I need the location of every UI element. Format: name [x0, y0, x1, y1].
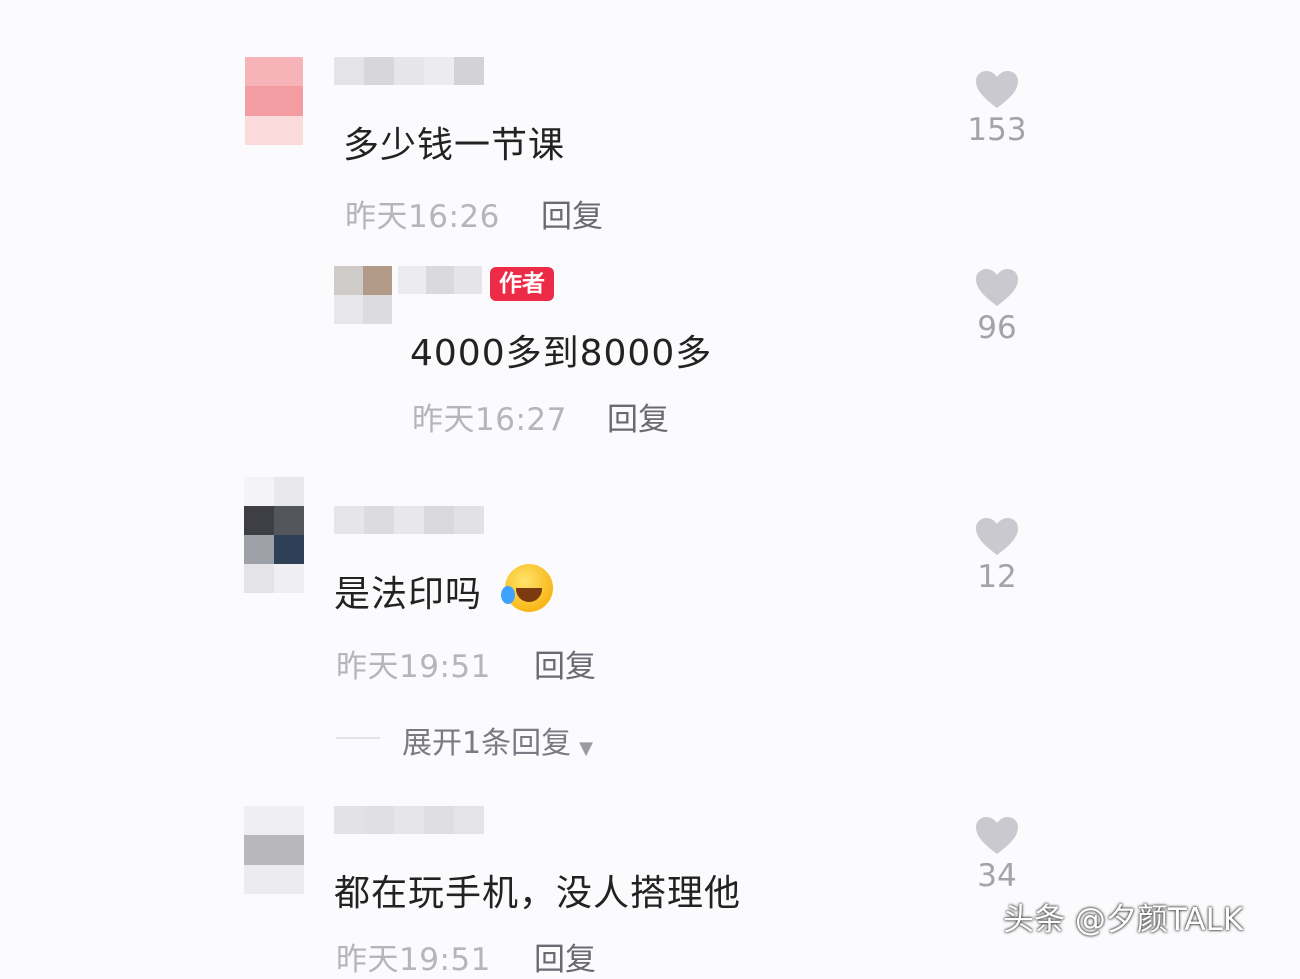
reply-button[interactable]: 回复 — [607, 394, 669, 439]
reply-button[interactable]: 回复 — [534, 641, 596, 686]
heart-icon — [976, 518, 1018, 555]
avatar[interactable] — [245, 57, 303, 145]
reply-button[interactable]: 回复 — [541, 191, 603, 236]
like-count: 153 — [967, 112, 1027, 148]
username[interactable] — [334, 506, 484, 534]
author-badge: 作者 — [490, 267, 554, 301]
avatar[interactable] — [334, 266, 392, 324]
username[interactable] — [334, 806, 484, 834]
avatar[interactable] — [244, 806, 304, 894]
expand-replies-label: 展开1条回复 — [402, 726, 572, 761]
comment-time: 昨天16:27 — [412, 402, 567, 438]
like-button[interactable]: 34 — [957, 816, 1037, 894]
watermark: 头条 @夕颜TALK — [1003, 902, 1244, 938]
like-button[interactable]: 12 — [957, 517, 1037, 595]
expand-divider — [336, 737, 380, 739]
reply-button[interactable]: 回复 — [534, 934, 596, 979]
username[interactable] — [334, 57, 484, 85]
heart-icon — [976, 71, 1018, 108]
like-count: 34 — [977, 858, 1017, 894]
avatar[interactable] — [244, 477, 304, 593]
like-button[interactable]: 153 — [957, 70, 1037, 148]
caret-down-icon: ▼ — [579, 738, 593, 759]
username[interactable] — [398, 266, 482, 294]
like-count: 96 — [977, 310, 1017, 346]
comment-text: 是法印吗 — [334, 574, 483, 615]
heart-icon — [976, 817, 1018, 854]
like-count: 12 — [977, 559, 1017, 595]
like-button[interactable]: 96 — [957, 268, 1037, 346]
comment-text: 都在玩手机，没人搭理他 — [334, 873, 742, 914]
comment-time: 昨天19:51 — [336, 649, 491, 685]
expand-replies-button[interactable]: 展开1条回复 ▼ — [402, 718, 593, 762]
comment-time: 昨天16:26 — [345, 199, 500, 235]
comment-text: 多少钱一节课 — [343, 125, 566, 166]
comment-time: 昨天19:51 — [336, 942, 491, 978]
heart-icon — [976, 269, 1018, 306]
comment-text: 4000多到8000多 — [410, 333, 713, 374]
rofl-emoji — [501, 564, 553, 612]
